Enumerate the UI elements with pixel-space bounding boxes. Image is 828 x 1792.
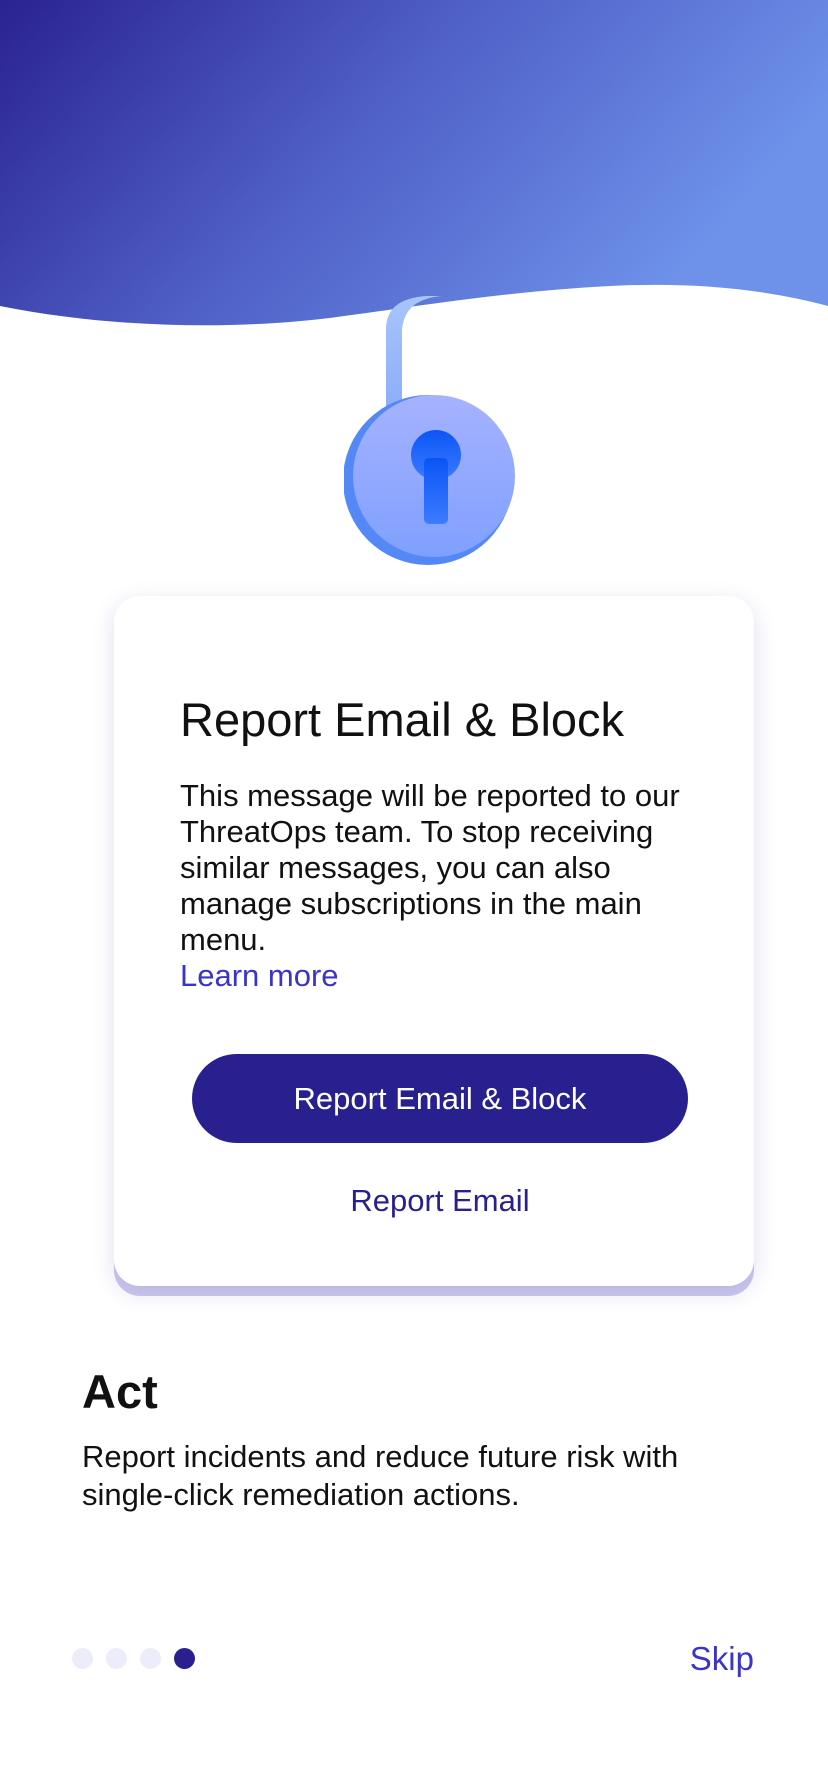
report-email-button[interactable]: Report Email — [192, 1176, 688, 1226]
report-card: Report Email & Block This message will b… — [114, 596, 754, 1286]
page-dot[interactable] — [106, 1648, 127, 1669]
card-title: Report Email & Block — [180, 693, 625, 746]
onboarding-screen: Report Email & Block This message will b… — [0, 0, 828, 1792]
page-indicator — [72, 1648, 195, 1669]
learn-more-link[interactable]: Learn more — [180, 958, 339, 994]
padlock-icon — [344, 296, 515, 565]
section-title: Act — [82, 1365, 158, 1418]
page-dot[interactable] — [72, 1648, 93, 1669]
card-description: This message will be reported to our Thr… — [180, 778, 680, 957]
report-email-and-block-button[interactable]: Report Email & Block — [192, 1054, 688, 1143]
page-dot-active[interactable] — [174, 1648, 195, 1669]
skip-button[interactable]: Skip — [690, 1640, 754, 1678]
page-dot[interactable] — [140, 1648, 161, 1669]
section-description: Report incidents and reduce future risk … — [82, 1439, 679, 1512]
header-wave-background — [0, 0, 828, 326]
